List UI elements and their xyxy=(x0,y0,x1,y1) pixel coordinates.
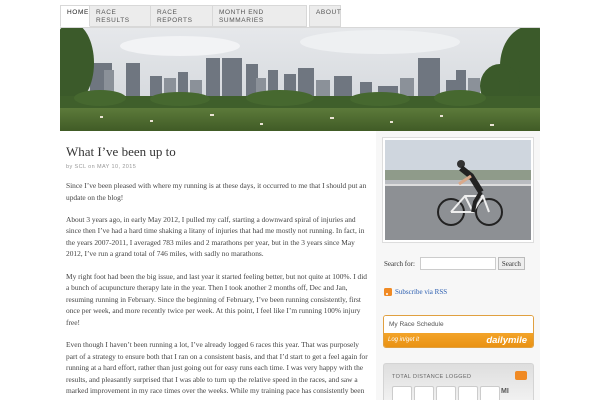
search-form: Search for: Search xyxy=(384,257,525,270)
distance-unit: MI xyxy=(501,388,509,395)
post-meta: by SCL on MAY 10, 2015 xyxy=(66,164,137,170)
rss-icon xyxy=(384,288,392,296)
post-title[interactable]: What I’ve been up to xyxy=(66,144,368,160)
dailymile-login-link[interactable]: Log in/get it xyxy=(388,337,419,343)
total-distance-widget: TOTAL DISTANCE LOGGED MI xyxy=(383,363,534,400)
nav-race-results[interactable]: RACE RESULTS xyxy=(90,5,151,27)
nav-home[interactable]: HOME xyxy=(60,5,90,27)
search-button[interactable]: Search xyxy=(497,257,525,270)
post-paragraph: My right foot had been the big issue, an… xyxy=(66,271,368,327)
nav-about[interactable]: ABOUT xyxy=(309,5,341,27)
distance-digit xyxy=(414,386,434,400)
post-paragraph: About 3 years ago, in early May 2012, I … xyxy=(66,214,365,259)
post-body: Since I’ve been pleased with where my ru… xyxy=(66,180,368,400)
nav-month-end-summaries[interactable]: MONTH END SUMMARIES xyxy=(213,5,307,27)
nav-race-reports[interactable]: RACE REPORTS xyxy=(151,5,213,27)
rss-link[interactable]: Subscribe via RSS xyxy=(395,288,447,296)
cyclist-photo xyxy=(382,137,534,243)
distance-digit xyxy=(458,386,478,400)
distance-digit xyxy=(480,386,500,400)
post-paragraph: Even though I haven’t been running a lot… xyxy=(66,340,368,400)
dailymile-race-schedule-widget: My Race Schedule Log in/get it dailymile xyxy=(383,315,534,348)
search-input[interactable] xyxy=(419,257,496,270)
dailymile-logo[interactable]: dailymile xyxy=(486,335,527,346)
header-banner-image xyxy=(60,27,540,131)
dailymile-widget-title: My Race Schedule xyxy=(384,316,533,333)
main-nav: HOME RACE RESULTS RACE REPORTS MONTH END… xyxy=(60,5,341,27)
search-label: Search for: xyxy=(384,259,415,268)
distance-digit xyxy=(436,386,456,400)
sidebar: Search for: Search Subscribe via RSS My … xyxy=(376,131,540,400)
distance-digit xyxy=(392,386,412,400)
blog-post: What I’ve been up to by SCL on MAY 10, 2… xyxy=(66,144,368,400)
dailymile-footer: Log in/get it dailymile xyxy=(384,333,533,347)
post-paragraph: Since I’ve been pleased with where my ru… xyxy=(66,181,367,202)
total-distance-label: TOTAL DISTANCE LOGGED xyxy=(392,374,472,380)
dailymile-badge-icon xyxy=(515,371,527,380)
rss-subscribe[interactable]: Subscribe via RSS xyxy=(384,288,447,296)
